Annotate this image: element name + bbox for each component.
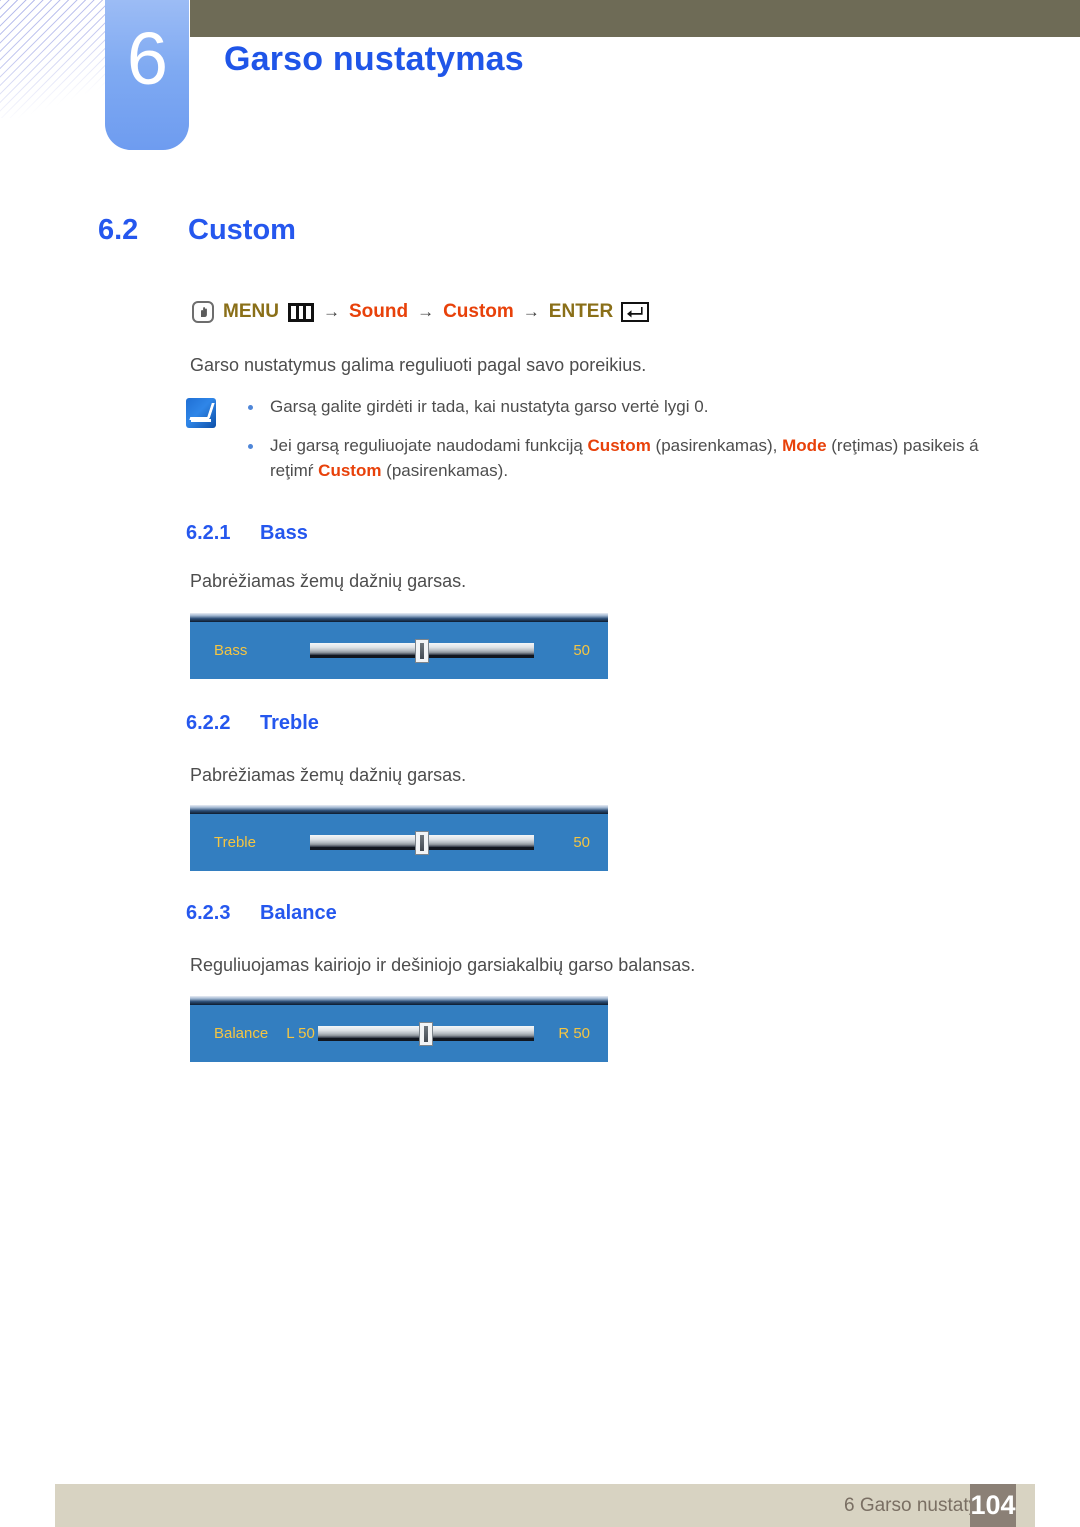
osd-row: Balance L 50 R 50 [190,1005,608,1062]
decorative-hatch-pattern [0,0,118,118]
subsection-heading-treble: 6.2.2 Treble [186,712,319,735]
path-arrow-3: → [522,302,540,321]
treble-description: Pabrėžiamas žemų dažnių garsas. [190,765,467,785]
sound-label: Sound [348,301,409,322]
chapter-number: 6 [126,17,168,100]
page-root: 6 Garso nustatymas 6.2 Custom MENU → Soun… [0,0,1080,1527]
menu-path: MENU → Sound → Custom → ENTER [192,301,650,323]
intro-paragraph: Garso nustatymus galima reguliuoti pagal… [190,355,647,375]
subsection-number: 6.2.1 [186,522,231,544]
keyword-custom-2: Custom [318,461,382,480]
path-arrow-1: → [322,302,340,321]
custom-label: Custom [443,301,514,322]
chapter-tab: 6 [105,0,189,150]
osd-value-treble: 50 [573,834,590,851]
subsection-title: Balance [260,902,337,924]
menu-label: MENU [223,301,279,322]
osd-left-value: L 50 [286,1025,315,1042]
osd-label-bass: Bass [214,642,248,659]
keyword-mode: Mode [782,435,827,455]
balance-description: Reguliuojamas kairiojo ir dešiniojo gars… [190,955,696,975]
subsection-number: 6.2.3 [186,902,231,924]
slider-handle[interactable] [415,638,429,663]
note-list: Garsą galite girdėti ir tada, kai nustat… [232,392,986,497]
chapter-title: Garso nustatymas [224,40,524,78]
hand-press-icon [192,301,214,323]
header-olive-bar [190,0,1080,37]
keyword-custom: Custom [587,435,651,455]
osd-row: Treble 50 [190,814,608,871]
enter-return-icon [621,302,650,322]
note-block: Garsą galite girdėti ir tada, kai nustat… [186,392,986,497]
note-item-mid: (pasirenkamas), [650,435,783,455]
osd-balance-widget: Balance L 50 R 50 [190,996,608,1062]
osd-row: Bass 50 [190,622,608,679]
osd-label-treble: Treble [214,834,256,851]
osd-bass-widget: Bass 50 [190,613,608,679]
osd-top-bevel [190,996,608,1005]
enter-label: ENTER [548,301,614,322]
slider-handle[interactable] [415,830,429,855]
osd-right-value: R 50 [558,1025,590,1042]
section-heading: 6.2 Custom [98,214,296,247]
note-pencil-icon [186,398,216,428]
list-item: Jei garsą reguliuojate naudodami funkcij… [232,433,986,484]
bass-slider[interactable] [310,638,534,663]
section-title: Custom [188,214,296,246]
subsection-heading-balance: 6.2.3 Balance [186,902,337,925]
note-item-text: Garsą galite girdėti ir tada, kai nustat… [270,397,709,416]
osd-label-balance: Balance [214,1025,269,1042]
section-number: 6.2 [98,214,139,246]
menu-bars-icon [287,302,314,322]
subsection-title: Bass [260,522,308,544]
osd-top-bevel [190,613,608,622]
subsection-heading-bass: 6.2.1 Bass [186,522,308,545]
bass-description: Pabrėžiamas žemų dažnių garsas. [190,571,467,591]
page-number-badge: 104 [970,1484,1016,1527]
slider-handle[interactable] [419,1021,434,1046]
note-item-tail: (pasirenkamas). [381,461,509,480]
subsection-number: 6.2.2 [186,712,231,734]
osd-treble-widget: Treble 50 [190,805,608,871]
path-arrow-2: → [417,302,435,321]
treble-slider[interactable] [310,830,534,855]
osd-value-bass: 50 [573,642,590,659]
osd-top-bevel [190,805,608,814]
note-item-text: Jei garsą reguliuojate naudodami funkcij… [270,435,588,455]
balance-slider[interactable] [318,1021,534,1046]
subsection-title: Treble [260,712,319,734]
list-item: Garsą galite girdėti ir tada, kai nustat… [232,394,986,420]
